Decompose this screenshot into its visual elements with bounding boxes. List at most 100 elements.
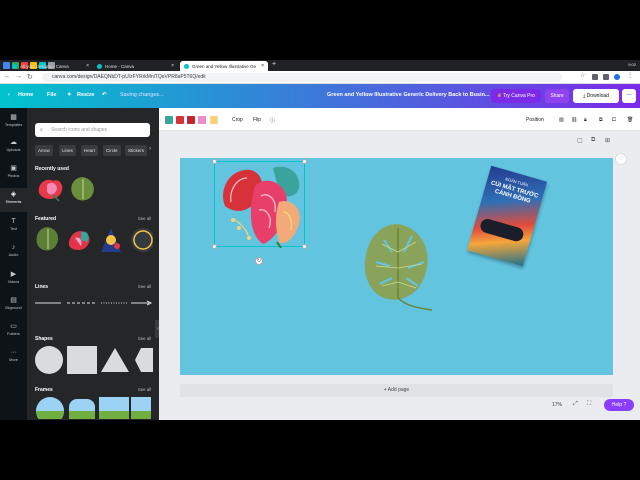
lock-icon[interactable]: 🔒︎ — [584, 117, 587, 123]
color-swatch-4[interactable] — [198, 116, 206, 124]
frames-see-all-link[interactable]: See all — [138, 387, 151, 392]
featured-monstera-element[interactable] — [35, 225, 61, 253]
featured-flower-element[interactable] — [65, 226, 95, 254]
share-button[interactable]: Share — [545, 89, 569, 103]
recent-monstera-leaf-element[interactable] — [69, 175, 97, 203]
try-canva-pro-button[interactable]: ♛ Try Canva Pro — [491, 89, 541, 103]
rail-item-photos[interactable]: ▣ Photos — [0, 165, 27, 183]
download-button[interactable]: ⤓ Download — [573, 89, 619, 103]
reload-icon[interactable]: ↻ — [27, 73, 33, 81]
tab-design[interactable]: Green and Yellow Illustrative Ge × — [180, 61, 268, 71]
bookmark-star-icon[interactable]: ☆ — [580, 72, 586, 79]
chip-lines[interactable]: Lines — [59, 145, 76, 156]
zoom-level[interactable]: 17% — [552, 402, 562, 408]
close-tab-icon[interactable]: × — [86, 63, 89, 69]
extension-icon[interactable] — [603, 74, 609, 80]
link-icon[interactable]: ⛓ — [571, 117, 577, 123]
rail-item-elements[interactable]: ◈ Elements — [0, 188, 27, 212]
design-page[interactable]: ↻ ĐOÀN TUẤN CÚI MẶT TRƯỚC CÁNH ĐỒNG — [180, 158, 613, 375]
browser-menu-icon[interactable]: ⋮ — [627, 72, 633, 79]
crop-button[interactable]: Crop — [232, 117, 243, 123]
resize-icon[interactable]: ✦ — [67, 92, 72, 98]
chip-circle[interactable]: Circle — [103, 145, 121, 156]
resize-handle-top-left[interactable] — [212, 159, 217, 164]
page-notes-icon[interactable]: ▢ — [577, 137, 583, 144]
rect-frame[interactable] — [131, 397, 151, 419]
square-shape[interactable] — [67, 346, 97, 374]
lines-see-all-link[interactable]: See all — [138, 284, 151, 289]
square-frame[interactable] — [99, 397, 129, 419]
flip-button[interactable]: Flip — [253, 117, 261, 123]
profile-avatar-icon[interactable] — [614, 74, 620, 80]
page-add-icon[interactable]: ⊞ — [605, 137, 610, 144]
undo-icon[interactable]: ↶ — [102, 92, 107, 98]
transparency-icon[interactable]: ▨ — [559, 117, 564, 123]
url-text: canva.com/design/DAEQNbDT-pU/zFYRrkMnlTQ… — [52, 74, 206, 80]
more-options-button[interactable]: ... — [622, 89, 636, 103]
scalloped-frame[interactable] — [67, 397, 97, 419]
grid-view-icon[interactable]: ⤢ — [573, 401, 578, 408]
add-page-button[interactable]: + Add page — [180, 384, 613, 397]
circle-frame[interactable] — [35, 397, 65, 419]
color-swatch-1[interactable] — [165, 116, 173, 124]
line-elements-row[interactable] — [35, 298, 153, 308]
hexagon-shape[interactable] — [133, 346, 153, 374]
search-input[interactable]: ⌕ Search icons and shapes — [35, 123, 150, 137]
position-button[interactable]: Position — [526, 117, 544, 123]
featured-see-all-link[interactable]: See all — [138, 216, 151, 221]
rail-item-videos[interactable]: ▶ Videos — [0, 271, 27, 289]
chips-next-icon[interactable]: › — [149, 146, 151, 152]
tab-home[interactable]: Home - Canva × — [93, 61, 178, 71]
triangle-shape[interactable] — [100, 346, 130, 374]
close-tab-icon[interactable]: × — [261, 63, 264, 69]
color-swatch-3[interactable] — [187, 116, 195, 124]
selected-flower-element[interactable] — [212, 159, 307, 249]
color-swatch-2[interactable] — [176, 116, 184, 124]
featured-circle-element[interactable] — [129, 226, 153, 254]
circle-shape[interactable] — [35, 346, 63, 374]
rail-item-background[interactable]: ▤ Bkground — [0, 297, 27, 315]
info-icon[interactable]: ⓘ — [270, 117, 275, 124]
monstera-leaf-element[interactable] — [362, 222, 434, 312]
extension-icon[interactable] — [592, 74, 598, 80]
resize-handle-bottom-right[interactable] — [302, 244, 307, 249]
delete-icon[interactable]: 🗑︎ — [627, 117, 633, 123]
new-tab-button[interactable]: + — [272, 61, 276, 68]
screen: All your designs - Canva × Home - Canva … — [0, 60, 640, 420]
fullscreen-icon[interactable]: ⛶ — [587, 401, 591, 408]
featured-abstract-element[interactable] — [97, 226, 125, 254]
rail-item-folders[interactable]: ▭ Folders — [0, 323, 27, 341]
rail-item-audio[interactable]: ♪ Audio — [0, 244, 27, 262]
file-menu[interactable]: File — [47, 92, 56, 98]
close-tab-icon[interactable]: × — [171, 63, 174, 69]
heart-badge-icon[interactable]: ♡ — [615, 153, 627, 165]
home-back-icon[interactable]: ‹ — [8, 92, 10, 98]
rail-label: Elements — [5, 200, 22, 204]
tab-all-designs[interactable]: All your designs - Canva × — [8, 61, 93, 71]
chip-stickers[interactable]: Stickers — [125, 145, 148, 156]
help-button[interactable]: Help ? — [604, 399, 634, 411]
chip-heart[interactable]: Heart — [81, 145, 99, 156]
color-swatch-5[interactable] — [210, 116, 218, 124]
home-link[interactable]: Home — [18, 92, 33, 98]
resize-button[interactable]: Resize — [77, 92, 94, 98]
forward-icon[interactable]: → — [15, 73, 22, 80]
rotate-handle-icon[interactable]: ↻ — [255, 257, 263, 265]
rail-item-more[interactable]: ··· More — [0, 349, 27, 367]
rail-label: Text — [10, 227, 17, 231]
recent-flower-element[interactable] — [35, 175, 65, 203]
page-duplicate-icon[interactable]: ⧉ — [591, 137, 595, 144]
duplicate-icon[interactable]: ⧉ — [599, 117, 603, 123]
document-title[interactable]: Green and Yellow Illustrative Generic De… — [327, 92, 490, 98]
url-input[interactable]: canva.com/design/DAEQNbDT-pU/zFYRrkMnlTQ… — [42, 73, 562, 82]
rail-item-uploads[interactable]: ☁ Uploads — [0, 139, 27, 157]
rail-item-text[interactable]: T Text — [0, 218, 27, 236]
chip-arrow[interactable]: Arrow — [35, 145, 53, 156]
shapes-see-all-link[interactable]: See all — [138, 336, 151, 341]
back-icon[interactable]: ← — [4, 73, 11, 80]
resize-handle-bottom-left[interactable] — [212, 244, 217, 249]
resize-handle-top-right[interactable] — [302, 159, 307, 164]
copy-style-icon[interactable]: ⧠ — [612, 117, 616, 123]
book-cover-element[interactable]: ĐOÀN TUẤN CÚI MẶT TRƯỚC CÁNH ĐỒNG — [466, 165, 548, 267]
rail-item-templates[interactable]: ▦ Templates — [0, 114, 27, 132]
